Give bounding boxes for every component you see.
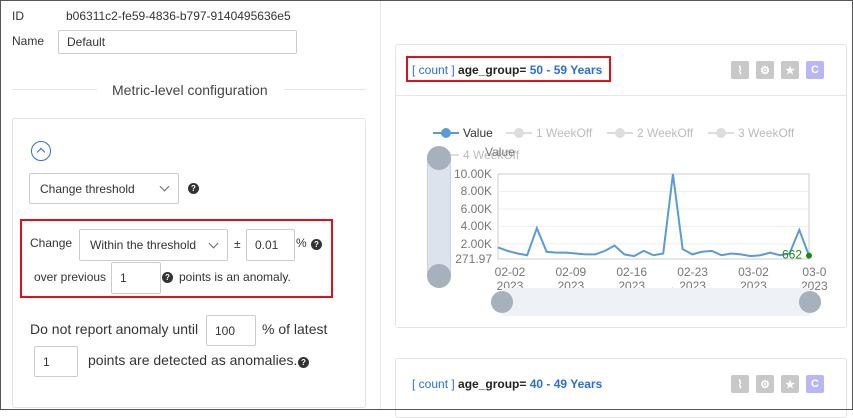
divider-left	[12, 89, 97, 90]
count-tag: [ count ]	[412, 63, 455, 77]
no-report-percent-input[interactable]: 100	[206, 315, 256, 346]
legend-2weekoff[interactable]: 2 WeekOff	[607, 126, 693, 140]
card-header-divider	[396, 95, 846, 96]
legend-label: Value	[463, 126, 493, 140]
name-input[interactable]: Default	[58, 30, 297, 54]
id-value: b06311c2-fe59-4836-b797-9140495636e5	[66, 9, 291, 23]
horizontal-zoom-bar[interactable]	[502, 288, 810, 316]
legend-label: 3 WeekOff	[738, 126, 795, 140]
dimension-key: age_group=	[458, 377, 527, 391]
name-label: Name	[12, 34, 45, 48]
help-icon[interactable]: ?	[162, 272, 173, 283]
star-icon[interactable]: ★	[781, 375, 799, 393]
no-report-pct-suffix: % of latest	[262, 321, 328, 337]
card-title: [ count ] age_group= 40 - 49 Years	[412, 377, 602, 391]
no-report-prefix: Do not report anomaly until	[30, 321, 199, 337]
percent-sign: %	[296, 236, 307, 250]
divider-right	[284, 89, 366, 90]
count-tag: [ count ]	[412, 377, 455, 391]
legend-label: 2 WeekOff	[637, 126, 694, 140]
settings-icon[interactable]: ⚙	[756, 61, 774, 79]
dimension-value: 40 - 49 Years	[529, 377, 603, 391]
help-icon[interactable]: ?	[298, 357, 309, 368]
help-icon[interactable]: ?	[188, 183, 199, 194]
card-title: [ count ] age_group= 50 - 59 Years	[412, 63, 602, 77]
points-suffix: points is an anomaly.	[179, 270, 291, 284]
change-label: Change	[30, 236, 73, 250]
legend-label: 1 WeekOff	[536, 126, 593, 140]
section-title: Metric-level configuration	[112, 82, 268, 98]
change-mode-value: Within the threshold	[90, 238, 197, 252]
over-previous-label: over previous	[34, 270, 107, 284]
legend-1weekoff[interactable]: 1 WeekOff	[506, 126, 592, 140]
no-report-points-input[interactable]: 1	[34, 346, 78, 377]
star-icon[interactable]: ★	[781, 61, 799, 79]
help-icon[interactable]: ?	[311, 239, 322, 250]
collapse-toggle[interactable]	[31, 141, 51, 161]
chevron-down-icon	[208, 238, 219, 248]
anomaly-point	[806, 252, 812, 259]
legend-3weekoff[interactable]: 3 WeekOff	[708, 126, 794, 140]
chart-type-icon[interactable]: ⌇	[731, 61, 749, 79]
points-input[interactable]: 1	[111, 262, 161, 294]
change-mode-select[interactable]: Within the threshold	[79, 229, 228, 261]
dimension-key: age_group=	[458, 63, 527, 77]
c-icon[interactable]: C	[806, 375, 824, 393]
chart-type-icon[interactable]: ⌇	[731, 375, 749, 393]
legend-value[interactable]: Value	[433, 126, 493, 140]
c-icon[interactable]: C	[806, 61, 824, 79]
anomaly-label: 662	[782, 248, 802, 262]
dimension-value: 50 - 59 Years	[529, 63, 603, 77]
chevron-down-icon	[159, 181, 170, 192]
no-report-suffix: points are detected as anomalies.	[88, 352, 298, 368]
plus-minus-sign: ±	[234, 237, 241, 251]
zoom-handle-right[interactable]	[799, 291, 821, 313]
chevron-up-icon	[36, 147, 46, 157]
threshold-input[interactable]: 0.01	[246, 229, 295, 261]
id-label: ID	[12, 9, 24, 23]
y-axis-title: Value	[485, 145, 515, 159]
rule-type-select[interactable]: Change threshold	[29, 173, 179, 204]
rule-type-value: Change threshold	[40, 181, 135, 196]
settings-icon[interactable]: ⚙	[756, 375, 774, 393]
zoom-handle-left[interactable]	[491, 291, 513, 313]
